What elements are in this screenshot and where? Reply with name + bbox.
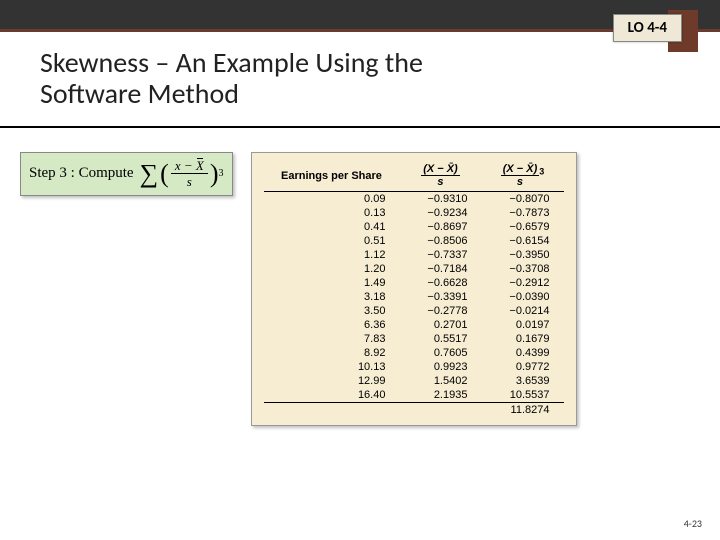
col2-den: s [421,176,460,188]
table-row: 0.09−0.9310−0.8070 [264,191,564,206]
cell-eps: 0.41 [264,220,400,234]
slide-number: 4-23 [684,517,702,530]
cell-z: −0.8697 [399,220,481,234]
sum-z3: 11.8274 [481,402,563,417]
col-header-z3: (X − X̄) s 3 [481,161,563,192]
cell-eps: 16.40 [264,388,400,403]
cell-z3: 0.0197 [481,318,563,332]
cell-eps: 1.12 [264,248,400,262]
exponent: 3 [219,168,224,179]
table-row: 1.49−0.6628−0.2912 [264,276,564,290]
cell-z: −0.8506 [399,234,481,248]
cell-z: −0.9234 [399,206,481,220]
left-paren: ( [160,159,169,189]
cell-z: 0.2701 [399,318,481,332]
slide-body: Step 3 : Compute ∑ ( x − X s ) 3 Earning… [0,128,720,450]
step-verb: Compute [79,165,134,182]
cell-z3: −0.8070 [481,191,563,206]
table-row: 0.41−0.8697−0.6579 [264,220,564,234]
cell-z3: −0.6154 [481,234,563,248]
cell-z: 1.5402 [399,374,481,388]
step-formula-box: Step 3 : Compute ∑ ( x − X s ) 3 [20,152,233,196]
table-row: 12.991.54023.6539 [264,374,564,388]
cell-z3: −0.0390 [481,290,563,304]
table-row: 6.360.27010.0197 [264,318,564,332]
table-row: 1.12−0.7337−0.3950 [264,248,564,262]
cell-eps: 1.20 [264,262,400,276]
cell-z3: −0.3950 [481,248,563,262]
learning-objective-badge: LO 4-4 [613,14,682,42]
table-row: 7.830.55170.1679 [264,332,564,346]
minus: − [184,158,193,173]
table-body: 0.09−0.9310−0.80700.13−0.9234−0.78730.41… [264,191,564,417]
col-header-eps: Earnings per Share [264,161,400,192]
cell-eps: 10.13 [264,360,400,374]
cell-eps: 3.18 [264,290,400,304]
cell-eps: 0.13 [264,206,400,220]
data-table: Earnings per Share (X − X̄) s (X − X̄) s… [264,161,564,417]
table-sum-row: 11.8274 [264,402,564,417]
col-header-z: (X − X̄) s [399,161,481,192]
cell-z: 0.9923 [399,360,481,374]
col2-num: (X − X̄) [421,164,460,176]
cell-z3: −0.6579 [481,220,563,234]
sigma-symbol: ∑ [140,159,159,189]
cell-eps: 7.83 [264,332,400,346]
step-prefix: Step 3 : [29,165,75,182]
right-paren: ) [210,159,219,189]
table-row: 16.402.193510.5537 [264,388,564,403]
cell-z: −0.3391 [399,290,481,304]
table-row: 3.18−0.3391−0.0390 [264,290,564,304]
col3-num: (X − X̄) [501,164,540,176]
var-xbar: X [196,159,204,172]
table-row: 1.20−0.7184−0.3708 [264,262,564,276]
cell-eps: 8.92 [264,346,400,360]
cell-z: −0.9310 [399,191,481,206]
cell-z3: 10.5537 [481,388,563,403]
cell-z: 0.5517 [399,332,481,346]
cell-eps: 3.50 [264,304,400,318]
table-row: 0.51−0.8506−0.6154 [264,234,564,248]
cell-z3: −0.0214 [481,304,563,318]
cell-eps: 0.09 [264,191,400,206]
formula: ∑ ( x − X s ) 3 [140,159,224,189]
cell-z3: 0.1679 [481,332,563,346]
var-x: x [175,158,181,173]
cell-z3: −0.2912 [481,276,563,290]
cell-z3: 3.6539 [481,374,563,388]
fraction: x − X s [171,159,208,188]
cell-eps: 6.36 [264,318,400,332]
table-row: 3.50−0.2778−0.0214 [264,304,564,318]
cell-eps: 12.99 [264,374,400,388]
table-row: 10.130.99230.9772 [264,360,564,374]
cell-z3: 0.4399 [481,346,563,360]
data-table-box: Earnings per Share (X − X̄) s (X − X̄) s… [251,152,577,426]
cell-z3: −0.3708 [481,262,563,276]
cell-z: −0.7337 [399,248,481,262]
var-s: s [187,174,192,188]
col3-exp: 3 [539,166,544,176]
cell-eps: 0.51 [264,234,400,248]
table-row: 8.920.76050.4399 [264,346,564,360]
slide-title: Skewness – An Example Using the Software… [0,32,560,118]
cell-z3: −0.7873 [481,206,563,220]
cell-z: −0.6628 [399,276,481,290]
cell-z: −0.2778 [399,304,481,318]
cell-z: 2.1935 [399,388,481,403]
table-row: 0.13−0.9234−0.7873 [264,206,564,220]
cell-z: −0.7184 [399,262,481,276]
cell-eps: 1.49 [264,276,400,290]
cell-z3: 0.9772 [481,360,563,374]
cell-z: 0.7605 [399,346,481,360]
col3-den: s [501,176,540,188]
